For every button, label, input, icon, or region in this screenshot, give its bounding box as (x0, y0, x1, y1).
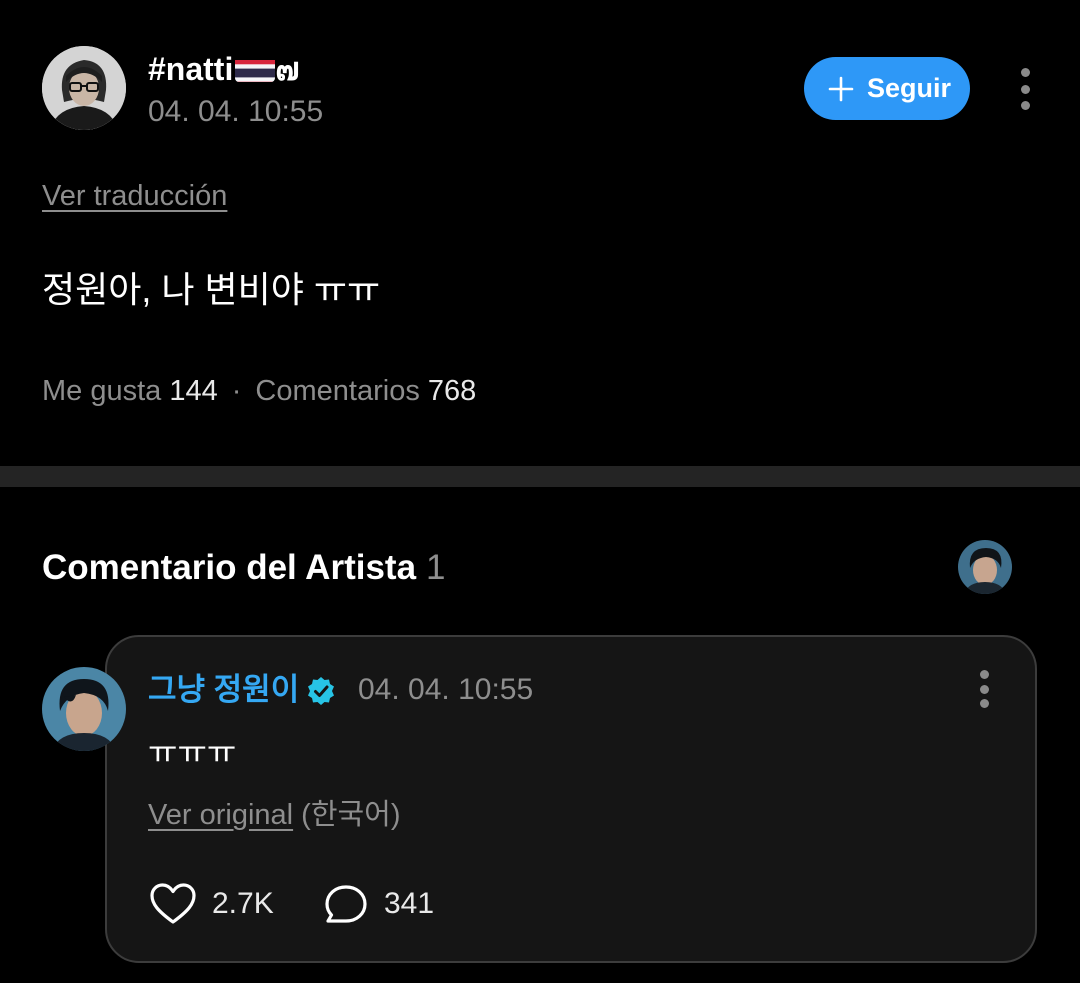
author-name-text: #natti (148, 51, 234, 87)
follow-button[interactable]: Seguir (804, 57, 970, 120)
likes-count: 144 (169, 375, 218, 407)
section-divider (0, 466, 1080, 487)
commenter-avatar[interactable] (42, 667, 126, 751)
comment-replies-count: 341 (384, 887, 435, 920)
plus-icon (828, 76, 854, 101)
likes-label: Me gusta (42, 375, 162, 407)
person-photo-icon (42, 46, 126, 130)
stats-separator: · (231, 375, 242, 407)
section-count: 1 (426, 548, 446, 587)
post-author-avatar[interactable] (42, 46, 126, 130)
commenter-name[interactable]: 그냥 정원이 (148, 671, 299, 709)
artist-photo-icon (42, 667, 126, 751)
artist-comment-section-title: Comentario del Artista 1 (42, 548, 446, 588)
author-name-suffix: ๗ (275, 51, 300, 87)
section-title-text: Comentario del Artista (42, 548, 417, 587)
post-more-options-icon[interactable] (1010, 68, 1040, 110)
artist-photo-icon (958, 540, 1012, 594)
see-translation-link[interactable]: Ver traducción (42, 180, 227, 213)
verified-badge-icon (305, 675, 337, 707)
comments-label[interactable]: Comentarios (255, 375, 419, 407)
view-original-row: Ver original (한국어) (148, 797, 401, 833)
post-timestamp: 04. 04. 10:55 (148, 95, 324, 128)
comment-more-options-icon[interactable] (970, 670, 998, 708)
artist-avatar-small[interactable] (958, 540, 1012, 594)
view-original-link[interactable]: Ver original (148, 799, 293, 831)
comment-timestamp: 04. 04. 10:55 (358, 673, 534, 706)
follow-button-label: Seguir (866, 73, 952, 103)
post-author-name[interactable]: #natti ๗ (148, 50, 299, 88)
comment-text: ㅠㅠㅠ (148, 734, 237, 770)
post-stats: Me gusta 144 · Comentarios 768 (42, 372, 476, 410)
comments-count: 768 (427, 375, 477, 407)
original-language: (한국어) (301, 799, 401, 831)
comment-likes-count: 2.7K (212, 887, 274, 920)
post-body-text: 정원아, 나 변비야 ㅠㅠ (42, 269, 381, 310)
thailand-flag-icon (235, 56, 276, 82)
heart-icon[interactable] (148, 880, 198, 928)
comment-bubble-icon[interactable] (322, 882, 370, 928)
